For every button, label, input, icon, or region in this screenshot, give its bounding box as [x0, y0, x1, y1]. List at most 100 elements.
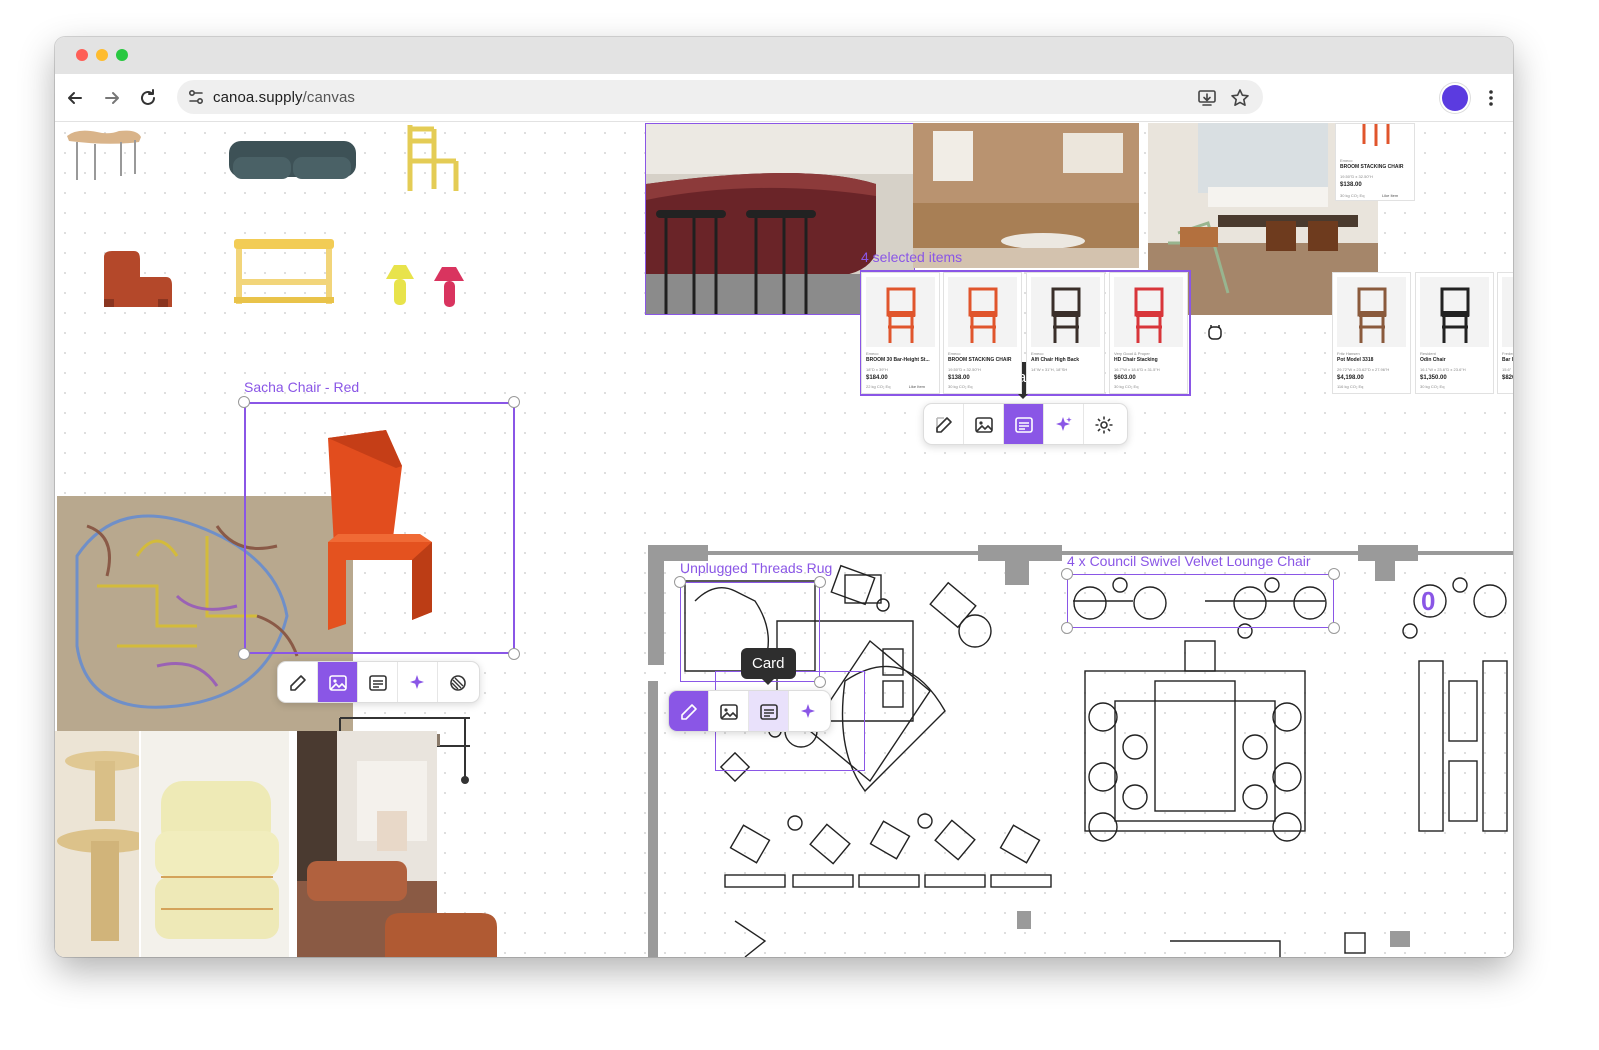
product-brand: Emeco — [948, 351, 961, 356]
top-card-brand: Emeco — [1340, 158, 1353, 163]
selection-toolbar — [923, 403, 1128, 445]
product-dimensions: 19.50"D x 32.50"H — [948, 367, 981, 372]
kebab-menu-icon[interactable] — [1483, 87, 1499, 109]
rug-label: Unplugged Threads Rug — [680, 560, 833, 576]
product-card[interactable]: Emeco BROOM 30 Bar-Height St... 18"D x 39"… — [861, 272, 940, 394]
product-dimensions: 14"W x 31"H, 18"SH — [1031, 367, 1068, 372]
product-brand: Fritz Hansen — [1337, 351, 1360, 356]
product-brand: Resident — [1420, 351, 1436, 356]
back-arrow-icon[interactable] — [64, 87, 86, 109]
furniture-orange-lounge-image[interactable] — [100, 249, 175, 309]
product-card[interactable]: Fritz Hansen Pot Model 3318 29.72"W x 23.6… — [1332, 272, 1411, 394]
furniture-yellow-chair-image[interactable] — [400, 123, 462, 195]
side-table-photo[interactable] — [55, 731, 139, 957]
product-name: HD Chair Stacking — [1114, 357, 1158, 363]
product-dimensions: 29.72"W x 23.62"D x 27.96"H — [1337, 367, 1390, 372]
product-image — [1502, 277, 1513, 347]
ai-sparkles-button[interactable] — [398, 662, 438, 702]
design-canvas[interactable]: Emeco BROOM STACKING CHAIR 19.50"D x 32.… — [55, 123, 1513, 957]
edit-button[interactable] — [924, 404, 964, 444]
minimize-window-button[interactable] — [96, 49, 108, 61]
card-button[interactable] — [749, 691, 789, 731]
top-card-like[interactable]: Like Item — [1382, 193, 1398, 198]
url-path: /canvas — [302, 89, 356, 106]
lounge-resize-handle-br[interactable] — [1328, 622, 1340, 634]
product-name: Odin Chair — [1420, 357, 1446, 363]
cream-sofa-photo[interactable] — [141, 731, 289, 957]
profile-avatar[interactable] — [1442, 85, 1468, 111]
browser-toolbar: canoa.supply/canvas — [55, 74, 1513, 122]
like-item-link[interactable]: Like Item — [909, 384, 925, 389]
product-name: BROOM STACKING CHAIR — [948, 357, 1012, 363]
sacha-resize-handle-tl[interactable] — [238, 396, 250, 408]
edit-button[interactable] — [669, 691, 709, 731]
card-button[interactable] — [1004, 404, 1044, 444]
image-button[interactable] — [318, 662, 358, 702]
product-card[interactable]: Emeco BROOM STACKING CHAIR 19.50"D x 32.50… — [943, 272, 1022, 394]
lounge-resize-handle-tr[interactable] — [1328, 568, 1340, 580]
sacha-resize-handle-bl[interactable] — [238, 648, 250, 660]
product-dimensions: 16.1"W x 23.6"D x 23.6"H — [1420, 367, 1466, 372]
sacha-selection-box[interactable] — [244, 402, 515, 654]
texture-button[interactable] — [438, 662, 478, 702]
card-button[interactable] — [358, 662, 398, 702]
rug-resize-handle-tl[interactable] — [674, 576, 686, 588]
image-button[interactable] — [709, 691, 749, 731]
ai-sparkles-button[interactable] — [1044, 404, 1084, 444]
product-image — [866, 277, 935, 347]
product-card[interactable]: FredericiaBar I 15.6" $826 — [1497, 272, 1513, 394]
forward-arrow-icon[interactable] — [101, 87, 123, 109]
bookmark-star-icon[interactable] — [1230, 88, 1250, 108]
product-card[interactable]: Emeco Alfi Chair High Back 14"W x 31"H, 18… — [1026, 272, 1105, 394]
top-card-co2: 30 kg CO₂ Eq — [1340, 193, 1365, 198]
top-product-card[interactable]: Emeco BROOM STACKING CHAIR 19.50"D x 32.… — [1335, 123, 1415, 201]
product-co2: 30 kg CO₂ Eq — [1114, 384, 1139, 389]
settings-gear-button[interactable] — [1084, 404, 1124, 444]
product-co2: 116 kg CO₂ Eq — [1337, 384, 1364, 389]
rotate-handle-icon[interactable]: 0 — [1421, 588, 1445, 614]
product-name: Pot Model 3318 — [1337, 357, 1374, 363]
rug-resize-handle-tr[interactable] — [814, 576, 826, 588]
furniture-yellow-bench-image[interactable] — [230, 235, 340, 310]
lounge-selection-box[interactable] — [1067, 574, 1334, 628]
product-brand: Fredericia — [1502, 351, 1513, 356]
furniture-lamps-image[interactable] — [380, 263, 470, 311]
product-brand: Emeco — [1031, 351, 1044, 356]
product-image — [1114, 277, 1183, 347]
brown-chair-photo[interactable] — [375, 909, 505, 957]
lounge-resize-handle-tl[interactable] — [1061, 568, 1073, 580]
product-dimensions: 15.6" — [1502, 367, 1512, 372]
close-window-button[interactable] — [76, 49, 88, 61]
product-co2: 30 kg CO₂ Eq — [1420, 384, 1445, 389]
sacha-resize-handle-tr[interactable] — [508, 396, 520, 408]
edit-button[interactable] — [278, 662, 318, 702]
image-button[interactable] — [964, 404, 1004, 444]
sacha-toolbar — [277, 661, 480, 703]
furniture-table-image[interactable] — [65, 126, 145, 186]
site-info-icon[interactable] — [187, 88, 205, 106]
wood-cabinet-photo[interactable] — [913, 123, 1139, 268]
top-card-name: BROOM STACKING CHAIR — [1340, 164, 1404, 170]
lounge-resize-handle-bl[interactable] — [1061, 622, 1073, 634]
product-price: $138.00 — [948, 375, 970, 381]
furniture-sofa-image[interactable] — [225, 135, 360, 185]
product-price: $4,198.00 — [1337, 375, 1364, 381]
product-dimensions: 16.7"W x 18.6"D x 31.5"H — [1114, 367, 1160, 372]
url-domain: canoa.supply — [213, 89, 303, 106]
rug-resize-handle-br[interactable] — [814, 676, 826, 688]
address-bar[interactable]: canoa.supply/canvas — [177, 80, 1263, 114]
sacha-chair-label: Sacha Chair - Red — [244, 379, 360, 395]
product-co2: 30 kg CO₂ Eq — [948, 384, 973, 389]
install-app-icon[interactable] — [1197, 88, 1217, 108]
product-name: Bar I — [1502, 357, 1513, 363]
sacha-resize-handle-br[interactable] — [508, 648, 520, 660]
title-bar — [55, 37, 1513, 74]
ai-sparkles-button[interactable] — [789, 691, 829, 731]
product-card[interactable]: Very Good & Proper HD Chair Stacking 16.7"… — [1109, 272, 1188, 394]
top-card-price: $138.00 — [1340, 182, 1362, 188]
product-price: $1,350.00 — [1420, 375, 1447, 381]
zoom-window-button[interactable] — [116, 49, 128, 61]
small-chair-icon[interactable] — [1205, 323, 1225, 343]
reload-icon[interactable] — [137, 87, 159, 109]
product-card[interactable]: Resident Odin Chair 16.1"W x 23.6"D x 23.6… — [1415, 272, 1494, 394]
